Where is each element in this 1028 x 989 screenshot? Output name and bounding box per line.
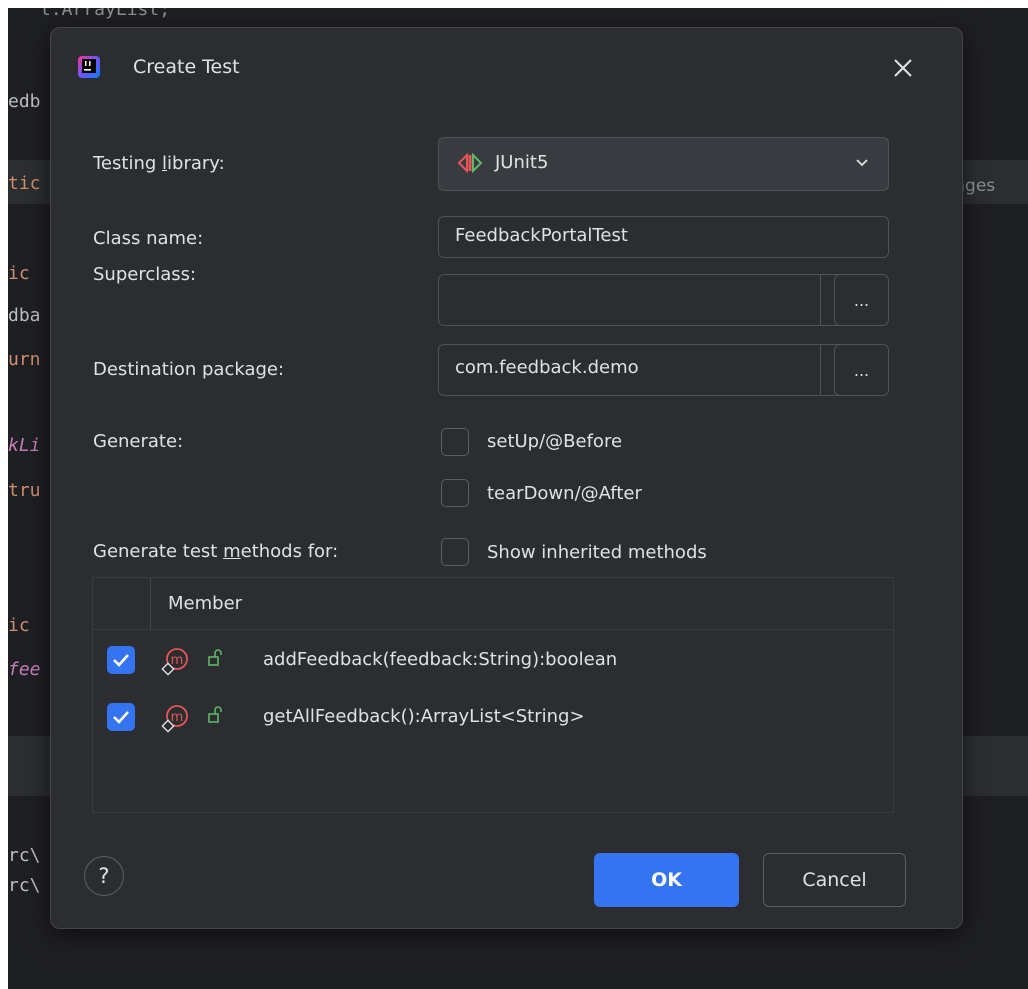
show-inherited-checkbox[interactable]: [441, 538, 469, 566]
svg-text:m: m: [171, 710, 184, 725]
generate-label: Generate:: [93, 431, 184, 452]
code-line: tru: [8, 480, 41, 501]
destination-package-input[interactable]: com.feedback.demo: [438, 344, 821, 396]
svg-text:m: m: [171, 653, 184, 668]
method-signature: addFeedback(feedback:String):boolean: [263, 649, 618, 670]
code-line: urn: [8, 349, 41, 370]
table-row[interactable]: m getAllFeedback():ArrayList<String>: [93, 690, 893, 744]
method-icon: m: [161, 705, 188, 733]
testing-library-dropdown[interactable]: JUnit5: [438, 137, 889, 191]
code-line: kLi: [8, 435, 41, 456]
setup-label: setUp/@Before: [487, 431, 623, 452]
member-checkbox[interactable]: [107, 703, 135, 731]
show-inherited-label: Show inherited methods: [487, 542, 707, 563]
code-line: dba: [8, 305, 41, 326]
public-lock-icon: [208, 649, 222, 666]
dialog-title: Create Test: [133, 56, 240, 78]
table-row[interactable]: m addFeedback(feedback:String):boolean: [93, 633, 893, 687]
destination-package-value: com.feedback.demo: [455, 357, 639, 378]
members-table: Member m addFeedback(feedback:String):bo…: [92, 577, 894, 813]
code-line: fee: [8, 659, 41, 680]
teardown-label: tearDown/@After: [487, 483, 642, 504]
table-header: Member: [93, 578, 893, 630]
code-line: tic: [8, 173, 41, 194]
method-icon: m: [161, 648, 188, 676]
column-separator: [150, 578, 151, 629]
cancel-button[interactable]: Cancel: [763, 853, 906, 907]
close-button[interactable]: [889, 54, 917, 82]
code-line: ic: [8, 263, 30, 284]
testing-library-value: JUnit5: [495, 152, 549, 173]
junit-icon: [457, 153, 483, 173]
code-line: rc\: [8, 875, 41, 896]
code-line: edb: [8, 91, 41, 112]
checkmark-icon: [113, 711, 129, 724]
member-checkbox[interactable]: [107, 646, 135, 674]
create-test-dialog: Create Test Testing library: JUnit5 Clas…: [50, 27, 963, 929]
ok-button[interactable]: OK: [594, 853, 739, 907]
help-button[interactable]: ?: [84, 856, 124, 896]
superclass-label: Superclass:: [93, 264, 197, 285]
destination-package-label: Destination package:: [93, 359, 285, 380]
class-name-label: Class name:: [93, 228, 204, 249]
member-column-header[interactable]: Member: [168, 593, 242, 614]
code-line: ic: [8, 615, 30, 636]
code-line: t.ArrayList;: [40, 8, 171, 20]
public-lock-icon: [208, 706, 222, 723]
intellij-logo-icon: [78, 56, 100, 78]
checkmark-icon: [113, 654, 129, 667]
class-name-value: FeedbackPortalTest: [455, 225, 628, 246]
method-signature: getAllFeedback():ArrayList<String>: [263, 706, 585, 727]
chevron-down-icon: [856, 159, 868, 167]
code-line: rc\: [8, 845, 41, 866]
setup-checkbox[interactable]: [441, 428, 469, 456]
teardown-checkbox[interactable]: [441, 479, 469, 507]
superclass-input[interactable]: [438, 274, 821, 326]
testing-library-label: Testing library:: [93, 153, 225, 174]
class-name-input[interactable]: FeedbackPortalTest: [438, 216, 889, 258]
destination-package-browse-button[interactable]: ...: [834, 344, 889, 396]
generate-methods-label: Generate test methods for:: [93, 541, 339, 562]
superclass-browse-button[interactable]: ...: [834, 274, 889, 326]
close-icon: [894, 59, 912, 77]
